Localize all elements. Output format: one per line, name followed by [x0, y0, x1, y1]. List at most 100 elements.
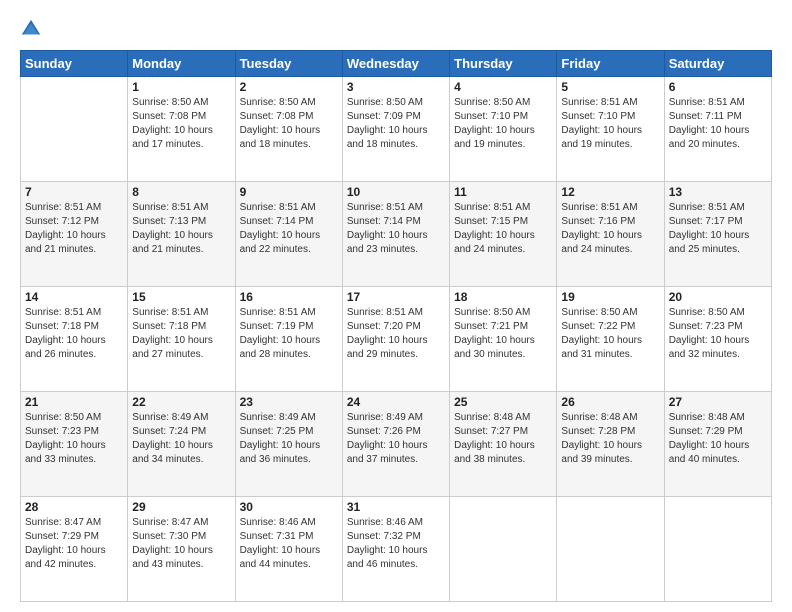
day-cell: 17 Sunrise: 8:51 AM Sunset: 7:20 PM Dayli… — [342, 287, 449, 392]
day-cell: 13Sunrise: 8:51 AM Sunset: 7:17 PM Dayli… — [664, 182, 771, 287]
day-cell: 28 Sunrise: 8:47 AM Sunset: 7:29 PM Dayli… — [21, 497, 128, 602]
day-cell: 19 Sunrise: 8:50 AM Sunset: 7:22 PM Dayli… — [557, 287, 664, 392]
logo-icon — [20, 18, 42, 40]
day-cell — [450, 497, 557, 602]
day-cell: 3 Sunrise: 8:50 AM Sunset: 7:09 PM Daylig… — [342, 77, 449, 182]
day-number: 25 — [454, 395, 552, 409]
day-number: 9 — [240, 185, 338, 199]
day-info: Sunrise: 8:51 AM Sunset: 7:10 PM Dayligh… — [561, 96, 659, 152]
logo — [20, 18, 46, 40]
week-row-3: 21 Sunrise: 8:50 AM Sunset: 7:23 PM Dayli… — [21, 392, 772, 497]
day-info: Sunrise: 8:48 AM Sunset: 7:28 PM Dayligh… — [561, 411, 659, 467]
day-number: 17 — [347, 290, 445, 304]
day-cell: 21 Sunrise: 8:50 AM Sunset: 7:23 PM Dayli… — [21, 392, 128, 497]
day-cell — [557, 497, 664, 602]
day-info: Sunrise: 8:46 AM Sunset: 7:31 PM Dayligh… — [240, 516, 338, 572]
day-cell: 23Sunrise: 8:49 AM Sunset: 7:25 PM Dayli… — [235, 392, 342, 497]
day-info: Sunrise: 8:51 AM Sunset: 7:18 PM Dayligh… — [25, 306, 123, 362]
day-cell: 22Sunrise: 8:49 AM Sunset: 7:24 PM Dayli… — [128, 392, 235, 497]
day-cell: 4 Sunrise: 8:50 AM Sunset: 7:10 PM Daylig… — [450, 77, 557, 182]
weekday-header-monday: Monday — [128, 51, 235, 77]
day-info: Sunrise: 8:50 AM Sunset: 7:22 PM Dayligh… — [561, 306, 659, 362]
day-info: Sunrise: 8:51 AM Sunset: 7:15 PM Dayligh… — [454, 201, 552, 257]
week-row-2: 14 Sunrise: 8:51 AM Sunset: 7:18 PM Dayli… — [21, 287, 772, 392]
weekday-header-tuesday: Tuesday — [235, 51, 342, 77]
day-cell: 16 Sunrise: 8:51 AM Sunset: 7:19 PM Dayli… — [235, 287, 342, 392]
day-number: 16 — [240, 290, 338, 304]
day-info: Sunrise: 8:51 AM Sunset: 7:14 PM Dayligh… — [240, 201, 338, 257]
day-info: Sunrise: 8:51 AM Sunset: 7:11 PM Dayligh… — [669, 96, 767, 152]
week-row-0: 1Sunrise: 8:50 AM Sunset: 7:08 PM Daylig… — [21, 77, 772, 182]
day-cell: 20Sunrise: 8:50 AM Sunset: 7:23 PM Dayli… — [664, 287, 771, 392]
day-info: Sunrise: 8:50 AM Sunset: 7:23 PM Dayligh… — [25, 411, 123, 467]
day-cell: 8 Sunrise: 8:51 AM Sunset: 7:13 PM Daylig… — [128, 182, 235, 287]
day-info: Sunrise: 8:51 AM Sunset: 7:19 PM Dayligh… — [240, 306, 338, 362]
week-row-4: 28 Sunrise: 8:47 AM Sunset: 7:29 PM Dayli… — [21, 497, 772, 602]
day-info: Sunrise: 8:48 AM Sunset: 7:29 PM Dayligh… — [669, 411, 767, 467]
day-cell: 25 Sunrise: 8:48 AM Sunset: 7:27 PM Dayli… — [450, 392, 557, 497]
day-info: Sunrise: 8:51 AM Sunset: 7:14 PM Dayligh… — [347, 201, 445, 257]
day-number: 30 — [240, 500, 338, 514]
day-number: 2 — [240, 80, 338, 94]
day-number: 27 — [669, 395, 767, 409]
day-info: Sunrise: 8:50 AM Sunset: 7:23 PM Dayligh… — [669, 306, 767, 362]
calendar-table: SundayMondayTuesdayWednesdayThursdayFrid… — [20, 50, 772, 602]
day-number: 23 — [240, 395, 338, 409]
day-cell: 2Sunrise: 8:50 AM Sunset: 7:08 PM Daylig… — [235, 77, 342, 182]
day-cell: 12Sunrise: 8:51 AM Sunset: 7:16 PM Dayli… — [557, 182, 664, 287]
day-number: 8 — [132, 185, 230, 199]
day-number: 28 — [25, 500, 123, 514]
day-info: Sunrise: 8:48 AM Sunset: 7:27 PM Dayligh… — [454, 411, 552, 467]
day-cell: 29 Sunrise: 8:47 AM Sunset: 7:30 PM Dayli… — [128, 497, 235, 602]
day-info: Sunrise: 8:51 AM Sunset: 7:18 PM Dayligh… — [132, 306, 230, 362]
day-number: 29 — [132, 500, 230, 514]
day-cell: 7Sunrise: 8:51 AM Sunset: 7:12 PM Daylig… — [21, 182, 128, 287]
day-info: Sunrise: 8:50 AM Sunset: 7:10 PM Dayligh… — [454, 96, 552, 152]
day-info: Sunrise: 8:50 AM Sunset: 7:21 PM Dayligh… — [454, 306, 552, 362]
day-cell: 1Sunrise: 8:50 AM Sunset: 7:08 PM Daylig… — [128, 77, 235, 182]
day-number: 24 — [347, 395, 445, 409]
weekday-header-saturday: Saturday — [664, 51, 771, 77]
day-number: 11 — [454, 185, 552, 199]
day-number: 31 — [347, 500, 445, 514]
day-cell — [21, 77, 128, 182]
day-cell: 15 Sunrise: 8:51 AM Sunset: 7:18 PM Dayli… — [128, 287, 235, 392]
day-cell: 10Sunrise: 8:51 AM Sunset: 7:14 PM Dayli… — [342, 182, 449, 287]
day-info: Sunrise: 8:51 AM Sunset: 7:20 PM Dayligh… — [347, 306, 445, 362]
day-cell: 14 Sunrise: 8:51 AM Sunset: 7:18 PM Dayli… — [21, 287, 128, 392]
day-number: 12 — [561, 185, 659, 199]
day-info: Sunrise: 8:47 AM Sunset: 7:30 PM Dayligh… — [132, 516, 230, 572]
day-number: 4 — [454, 80, 552, 94]
day-info: Sunrise: 8:49 AM Sunset: 7:26 PM Dayligh… — [347, 411, 445, 467]
day-number: 5 — [561, 80, 659, 94]
day-number: 18 — [454, 290, 552, 304]
week-row-1: 7Sunrise: 8:51 AM Sunset: 7:12 PM Daylig… — [21, 182, 772, 287]
day-cell: 6 Sunrise: 8:51 AM Sunset: 7:11 PM Daylig… — [664, 77, 771, 182]
day-info: Sunrise: 8:49 AM Sunset: 7:24 PM Dayligh… — [132, 411, 230, 467]
day-info: Sunrise: 8:51 AM Sunset: 7:13 PM Dayligh… — [132, 201, 230, 257]
day-cell: 5 Sunrise: 8:51 AM Sunset: 7:10 PM Daylig… — [557, 77, 664, 182]
day-number: 15 — [132, 290, 230, 304]
header — [20, 18, 772, 40]
day-cell: 30 Sunrise: 8:46 AM Sunset: 7:31 PM Dayli… — [235, 497, 342, 602]
weekday-header-row: SundayMondayTuesdayWednesdayThursdayFrid… — [21, 51, 772, 77]
day-number: 7 — [25, 185, 123, 199]
weekday-header-thursday: Thursday — [450, 51, 557, 77]
day-cell: 31Sunrise: 8:46 AM Sunset: 7:32 PM Dayli… — [342, 497, 449, 602]
day-number: 14 — [25, 290, 123, 304]
day-number: 3 — [347, 80, 445, 94]
day-cell: 27 Sunrise: 8:48 AM Sunset: 7:29 PM Dayli… — [664, 392, 771, 497]
weekday-header-wednesday: Wednesday — [342, 51, 449, 77]
day-cell: 18 Sunrise: 8:50 AM Sunset: 7:21 PM Dayli… — [450, 287, 557, 392]
weekday-header-friday: Friday — [557, 51, 664, 77]
day-cell: 26 Sunrise: 8:48 AM Sunset: 7:28 PM Dayli… — [557, 392, 664, 497]
day-number: 19 — [561, 290, 659, 304]
day-info: Sunrise: 8:50 AM Sunset: 7:09 PM Dayligh… — [347, 96, 445, 152]
day-number: 6 — [669, 80, 767, 94]
day-info: Sunrise: 8:47 AM Sunset: 7:29 PM Dayligh… — [25, 516, 123, 572]
weekday-header-sunday: Sunday — [21, 51, 128, 77]
day-cell: 24 Sunrise: 8:49 AM Sunset: 7:26 PM Dayli… — [342, 392, 449, 497]
day-number: 26 — [561, 395, 659, 409]
day-number: 21 — [25, 395, 123, 409]
page: SundayMondayTuesdayWednesdayThursdayFrid… — [0, 0, 792, 612]
